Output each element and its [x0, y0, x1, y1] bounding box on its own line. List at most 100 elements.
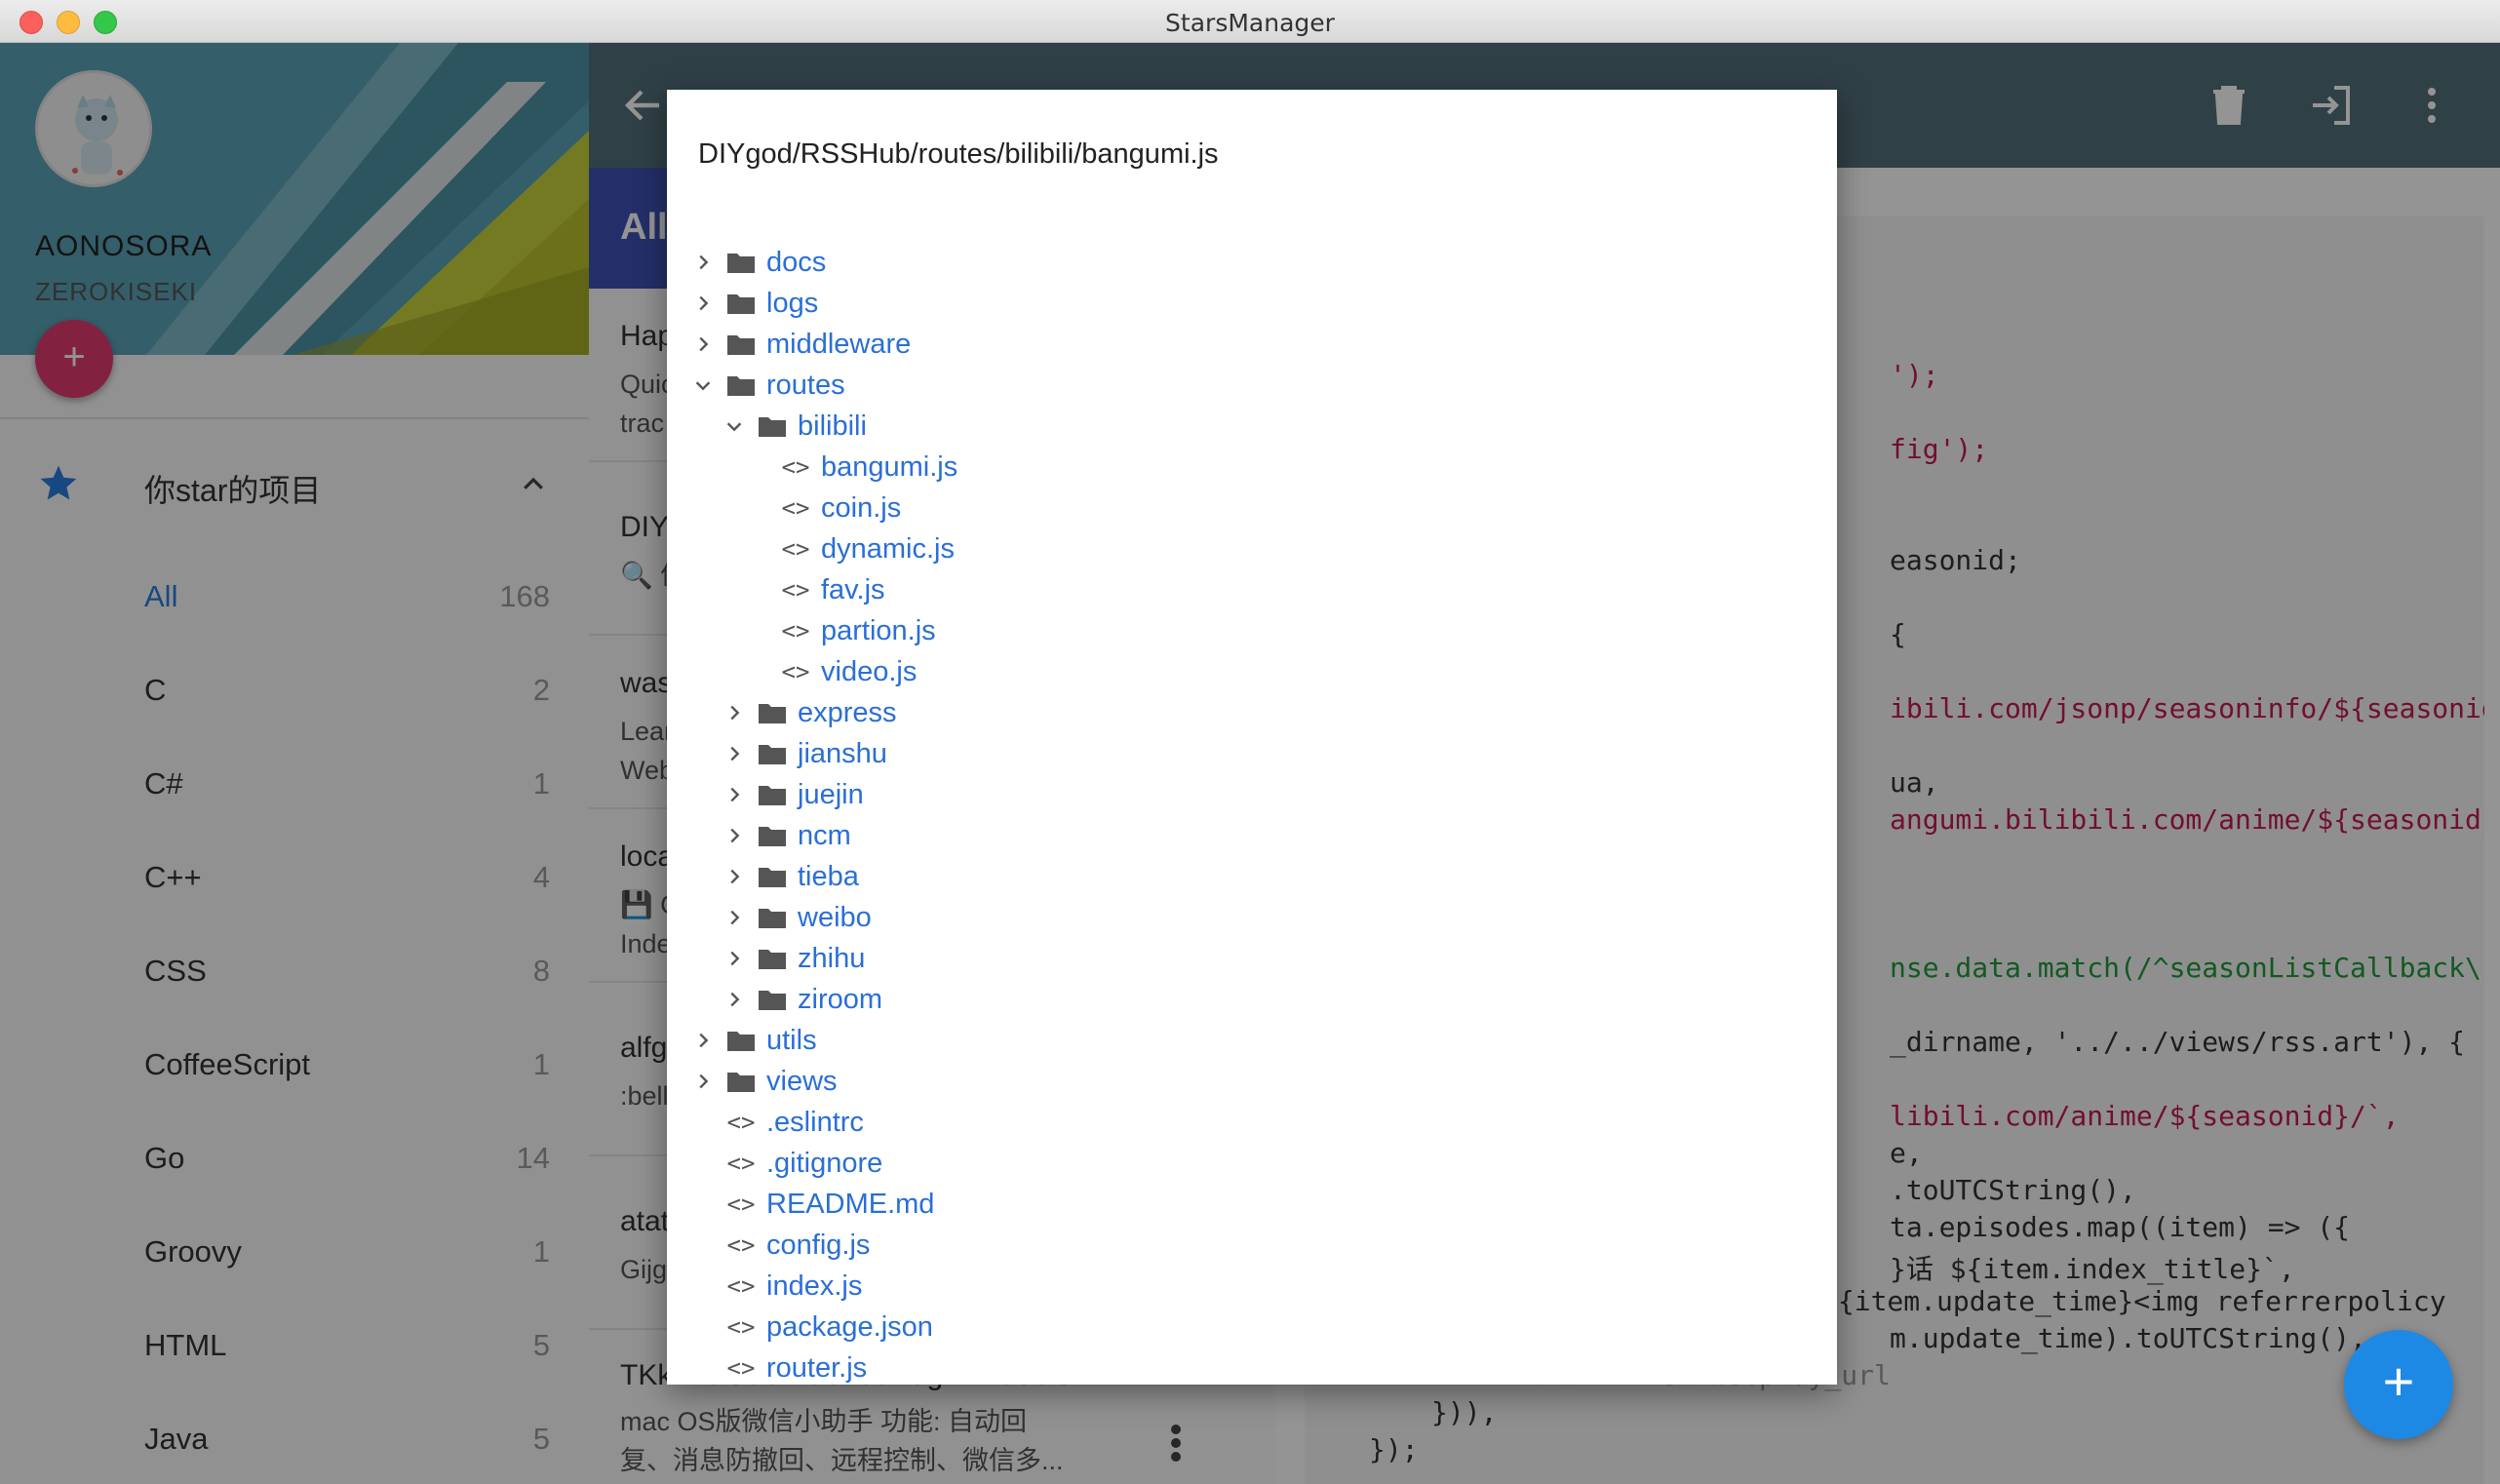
tree-item-label: juejin	[798, 778, 864, 810]
folder-icon	[757, 781, 788, 808]
folder-icon	[757, 740, 788, 767]
folder-icon	[757, 822, 788, 849]
tree-folder-item[interactable]: zhihu	[720, 938, 865, 979]
tree-item-label: docs	[766, 246, 827, 278]
tree-item-label: index.js	[766, 1269, 863, 1302]
tree-item-label: ncm	[798, 819, 851, 851]
chevron-right-icon[interactable]	[720, 903, 749, 932]
tree-item-label: partion.js	[821, 614, 936, 646]
tree-item-label: jianshu	[798, 737, 887, 769]
code-file-icon: <>	[781, 576, 810, 604]
chevron-right-icon[interactable]	[688, 289, 718, 318]
chevron-right-icon[interactable]	[688, 248, 718, 277]
chevron-right-icon[interactable]	[720, 780, 749, 809]
tree-file-item[interactable]: <> partion.js	[782, 610, 936, 651]
tree-file-item[interactable]: <> README.md	[688, 1184, 935, 1225]
chevron-right-icon[interactable]	[720, 944, 749, 973]
folder-icon	[725, 371, 757, 399]
tree-item-label: .eslintrc	[766, 1106, 864, 1138]
tree-folder-item[interactable]: logs	[688, 283, 818, 324]
chevron-right-icon[interactable]	[688, 1067, 718, 1096]
tree-item-label: middleware	[766, 328, 912, 360]
code-file-icon: <>	[781, 453, 810, 481]
tree-file-item[interactable]: <> router.js	[688, 1347, 868, 1385]
tree-folder-item[interactable]: ncm	[720, 815, 851, 856]
folder-icon	[757, 412, 788, 440]
dialog-path-title: DIYgod/RSSHub/routes/bilibili/bangumi.js	[698, 138, 1219, 170]
tree-item-label: video.js	[821, 655, 918, 687]
chevron-right-icon[interactable]	[720, 862, 749, 891]
code-file-icon: <>	[726, 1150, 756, 1177]
tree-item-label: bangumi.js	[821, 450, 958, 483]
tree-item-label: express	[798, 696, 897, 728]
chevron-right-icon[interactable]	[688, 330, 718, 359]
chevron-right-icon[interactable]	[688, 1026, 718, 1055]
folder-icon	[757, 863, 788, 890]
tree-file-item[interactable]: <> fav.js	[782, 569, 885, 610]
code-file-icon: <>	[726, 1231, 756, 1259]
tree-item-label: views	[766, 1065, 838, 1097]
tree-item-label: config.js	[766, 1229, 871, 1261]
folder-icon	[757, 986, 788, 1013]
tree-folder-item[interactable]: utils	[688, 1020, 817, 1061]
tree-folder-item[interactable]: ziroom	[720, 979, 882, 1020]
tree-folder-item[interactable]: tieba	[720, 856, 859, 897]
tree-item-label: routes	[766, 369, 845, 401]
tree-file-item[interactable]: <> video.js	[781, 651, 918, 692]
tree-item-label: fav.js	[821, 573, 885, 605]
tree-folder-item[interactable]: express	[720, 692, 897, 733]
tree-file-item[interactable]: <> index.js	[688, 1266, 863, 1307]
code-file-icon: <>	[781, 617, 810, 644]
chevron-down-icon[interactable]	[720, 411, 749, 441]
tree-item-label: .gitignore	[766, 1147, 883, 1179]
folder-icon	[757, 904, 788, 931]
tree-folder-item[interactable]: juejin	[720, 774, 864, 815]
add-fab[interactable]: +	[2344, 1330, 2453, 1439]
chevron-right-icon[interactable]	[720, 985, 749, 1014]
chevron-right-icon[interactable]	[720, 739, 749, 768]
tree-item-label: dynamic.js	[821, 532, 955, 565]
file-tree-dialog: DIYgod/RSSHub/routes/bilibili/bangumi.js…	[667, 90, 1837, 1385]
code-file-icon: <>	[726, 1191, 756, 1218]
tree-file-item[interactable]: <> coin.js	[781, 488, 902, 528]
tree-file-item[interactable]: <> .gitignore	[688, 1143, 883, 1184]
tree-folder-item[interactable]: middleware	[688, 324, 911, 365]
folder-icon	[725, 1027, 757, 1054]
tree-file-item[interactable]: <> package.json	[688, 1307, 933, 1347]
tree-item-label: utils	[766, 1024, 817, 1056]
folder-icon	[725, 1068, 757, 1095]
tree-item-label: weibo	[798, 901, 872, 933]
tree-item-label: zhihu	[798, 942, 866, 974]
tree-file-item[interactable]: <> dynamic.js	[782, 528, 955, 569]
code-file-icon: <>	[781, 535, 810, 563]
code-file-icon: <>	[781, 658, 810, 685]
code-file-icon: <>	[726, 1109, 756, 1136]
tree-file-item[interactable]: <> config.js	[688, 1225, 871, 1266]
window-titlebar: StarsManager	[0, 0, 2500, 43]
tree-file-item[interactable]: <> bangumi.js	[781, 447, 958, 488]
tree-file-item[interactable]: <> .eslintrc	[688, 1102, 864, 1143]
tree-folder-item[interactable]: weibo	[720, 897, 872, 938]
window-title: StarsManager	[1165, 9, 1335, 37]
tree-folder-item[interactable]: jianshu	[720, 733, 887, 774]
tree-item-label: router.js	[766, 1351, 868, 1384]
chevron-right-icon[interactable]	[720, 821, 749, 850]
code-file-icon: <>	[781, 494, 810, 522]
tree-folder-item[interactable]: bilibili	[720, 406, 867, 447]
tree-folder-item[interactable]: views	[688, 1061, 838, 1102]
tree-folder-item[interactable]: docs	[688, 242, 826, 283]
tree-folder-item[interactable]: routes	[688, 365, 845, 406]
folder-icon	[757, 699, 788, 726]
chevron-right-icon[interactable]	[720, 698, 749, 727]
code-file-icon: <>	[726, 1272, 756, 1300]
chevron-down-icon[interactable]	[688, 371, 718, 400]
folder-icon	[725, 331, 757, 358]
tree-item-label: README.md	[766, 1188, 935, 1220]
tree-item-label: coin.js	[821, 491, 902, 524]
